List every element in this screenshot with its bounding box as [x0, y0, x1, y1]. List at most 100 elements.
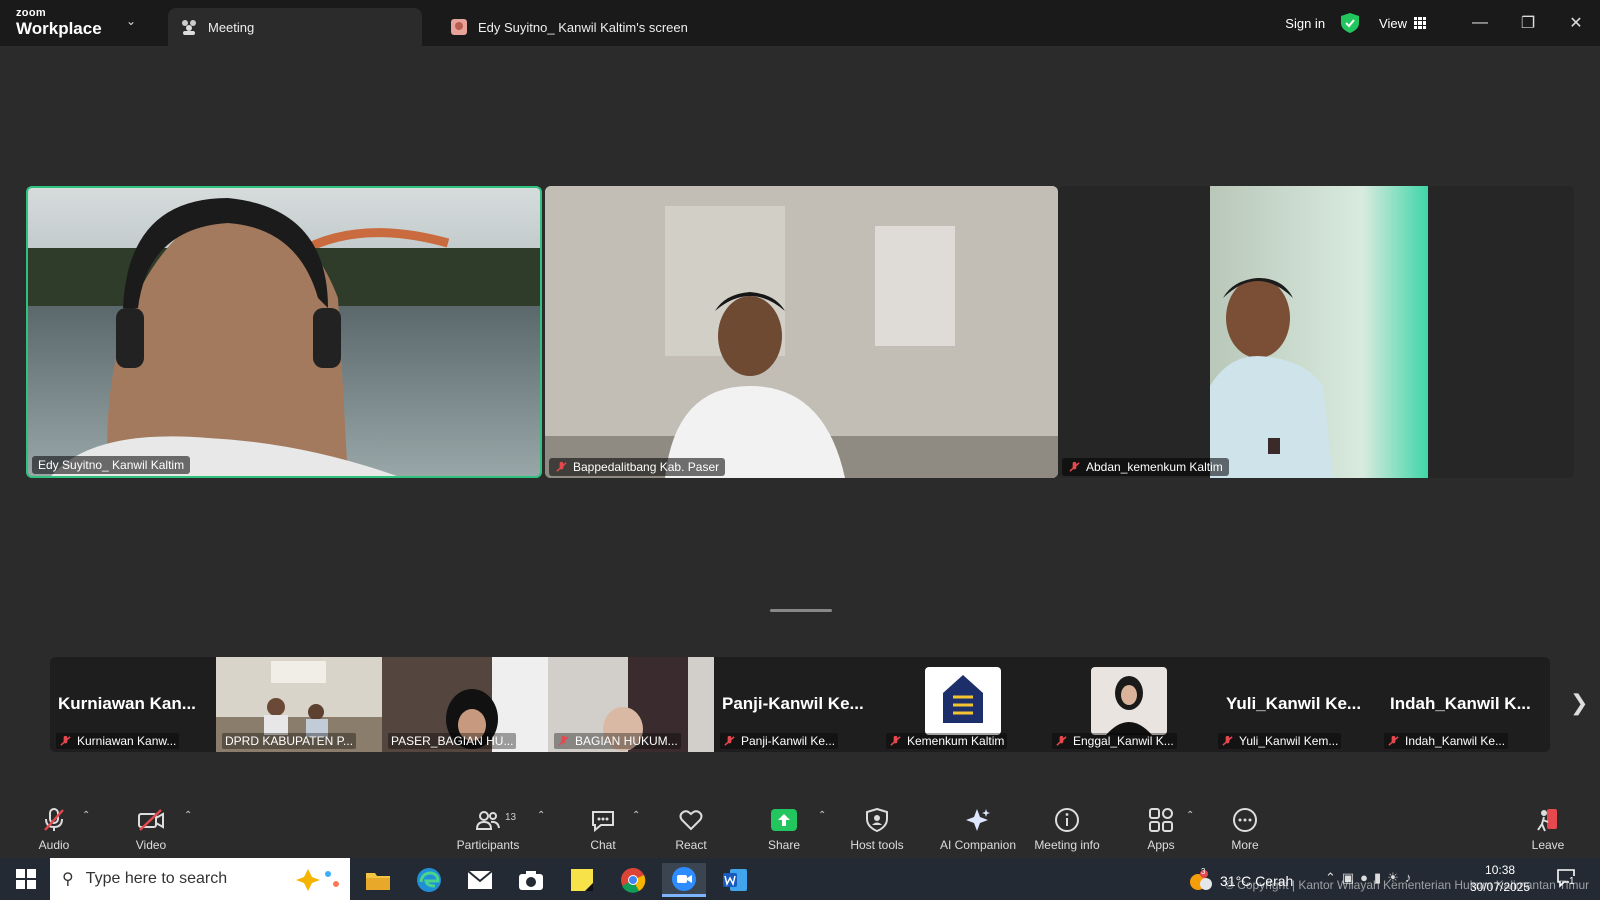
chat-icon [592, 811, 614, 832]
video-button[interactable]: Video [106, 806, 196, 852]
audio-label: Audio [38, 838, 70, 852]
leave-button[interactable]: Leave [1503, 806, 1593, 852]
host-tools-button[interactable]: Host tools [832, 806, 922, 852]
strip-tile[interactable]: DPRD KABUPATEN P... [216, 657, 382, 752]
resize-handle[interactable] [770, 609, 832, 612]
chevron-down-icon[interactable]: ⌄ [126, 14, 136, 28]
tab-screen-label: Edy Suyitno_ Kanwil Kaltim's screen [478, 19, 688, 35]
apps-options-caret-icon[interactable]: ⌃ [1186, 810, 1194, 821]
tab-meeting[interactable]: Meeting [168, 8, 422, 46]
video-options-caret-icon[interactable]: ⌃ [184, 810, 192, 821]
chat-options-caret-icon[interactable]: ⌃ [632, 810, 640, 821]
participant-name: Bappedalitbang Kab. Paser [573, 460, 720, 474]
strip-name: Panji-Kanwil Ke... [741, 734, 836, 748]
strip-big-name: Panji-Kanwil Ke... [722, 694, 864, 713]
strip-tile[interactable]: Indah_Kanwil K... Indah_Kanwil Ke... [1378, 657, 1550, 752]
zoom-window: zoom Workplace ⌄ Meeting Edy Suyitno_ Ka… [0, 0, 1600, 858]
strip-big-name: Yuli_Kanwil Ke... [1226, 694, 1362, 713]
shield-icon [866, 808, 888, 832]
edge-browser-icon[interactable] [407, 863, 451, 897]
brand-big: Workplace [16, 19, 102, 38]
apps-label: Apps [1147, 838, 1175, 852]
strip-big-name: Indah_Kanwil K... [1390, 694, 1531, 713]
leave-icon [1537, 809, 1557, 832]
more-label: More [1231, 838, 1259, 852]
mic-muted-icon [1069, 461, 1080, 472]
grid-icon [1414, 17, 1426, 29]
participant-name: Abdan_kemenkum Kaltim [1086, 460, 1223, 474]
strip-name: Kurniawan Kanw... [77, 734, 177, 748]
chat-label: Chat [590, 838, 616, 852]
participants-button[interactable]: Participants [443, 806, 533, 852]
video-feed [28, 188, 540, 476]
close-icon[interactable]: ✕ [1552, 13, 1600, 33]
file-explorer-icon[interactable] [356, 863, 400, 897]
participants-label: Participants [456, 838, 520, 852]
mic-muted-icon [1388, 735, 1399, 746]
audio-options-caret-icon[interactable]: ⌃ [82, 810, 90, 821]
sparkle-icon [966, 809, 990, 831]
strip-name: DPRD KABUPATEN P... [225, 734, 354, 748]
strip-tile[interactable]: PASER_BAGIAN HU... [382, 657, 548, 752]
react-button[interactable]: React [646, 806, 736, 852]
more-button[interactable]: More [1200, 806, 1290, 852]
copyright-watermark: © Copyright | Kantor Wilayah Kementerian… [1225, 878, 1590, 892]
sticky-notes-icon[interactable] [560, 863, 604, 897]
strip-tile[interactable]: Enggal_Kanwil K... [1046, 657, 1212, 752]
strip-tile[interactable]: Panji-Kanwil Ke... Panji-Kanwil Ke... [714, 657, 880, 752]
participant-name: Edy Suyitno_ Kanwil Kaltim [38, 458, 185, 472]
strip-tile[interactable]: Kemenkum Kaltim [880, 657, 1046, 752]
chrome-icon[interactable] [611, 863, 655, 897]
strip-name: BAGIAN HUKUM... [575, 734, 678, 748]
participants-options-caret-icon[interactable]: ⌃ [537, 810, 545, 821]
strip-next-arrow-icon[interactable]: ❯ [1570, 690, 1588, 716]
mic-muted-icon [556, 461, 567, 472]
meeting-info-button[interactable]: Meeting info [1017, 806, 1117, 852]
mail-icon[interactable] [458, 863, 502, 897]
minimize-icon[interactable]: — [1456, 14, 1504, 32]
video-tile-abdan[interactable]: Abdan_kemenkum Kaltim [1058, 186, 1574, 478]
strip-name-label: Panji-Kanwil Ke... [720, 733, 839, 749]
more-icon [1233, 808, 1257, 832]
camera-icon[interactable] [509, 863, 553, 897]
strip-name-label: PASER_BAGIAN HU... [388, 733, 517, 749]
windows-start-icon[interactable] [16, 869, 36, 889]
mic-muted-icon [44, 808, 64, 831]
strip-name-label: Kurniawan Kanw... [56, 733, 180, 749]
video-tile-active-speaker[interactable]: Edy Suyitno_ Kanwil Kaltim [26, 186, 542, 478]
strip-name: Kemenkum Kaltim [907, 734, 1005, 748]
participant-name-label: Abdan_kemenkum Kaltim [1062, 458, 1229, 476]
title-bar: zoom Workplace ⌄ Meeting Edy Suyitno_ Ka… [0, 0, 1600, 46]
strip-tile[interactable]: Kurniawan Kan... Kurniawan Kanw... [50, 657, 216, 752]
participant-name-label: Bappedalitbang Kab. Paser [549, 458, 726, 476]
tab-meeting-label: Meeting [208, 19, 255, 35]
meeting-toolbar: Audio Video Participants Chat React Shar… [0, 800, 1600, 858]
taskbar-search-box[interactable]: ⚲ Type here to search [50, 858, 350, 900]
restore-icon[interactable]: ❐ [1504, 13, 1552, 33]
participants-icon [476, 811, 500, 830]
view-button[interactable]: View [1379, 16, 1426, 31]
mic-muted-icon [60, 735, 71, 746]
zoom-workplace-logo[interactable]: zoom Workplace [16, 8, 102, 38]
strip-tile[interactable]: Yuli_Kanwil Ke... Yuli_Kanwil Kem... [1212, 657, 1378, 752]
word-icon[interactable] [713, 863, 757, 897]
shield-check-icon[interactable] [1341, 13, 1360, 33]
strip-name-label: DPRD KABUPATEN P... [222, 733, 357, 749]
strip-name: Indah_Kanwil Ke... [1405, 734, 1506, 748]
strip-name-label: BAGIAN HUKUM... [554, 733, 681, 749]
video-label: Video [135, 838, 167, 852]
weather-badge: 3 [1201, 867, 1206, 876]
video-tile-bappedalitbang[interactable]: Bappedalitbang Kab. Paser [545, 186, 1058, 478]
video-feed [545, 186, 1058, 478]
clock-time: 10:38 [1485, 863, 1516, 877]
share-screen-icon [771, 809, 797, 831]
sign-in-link[interactable]: Sign in [1285, 16, 1325, 31]
search-placeholder: Type here to search [85, 870, 228, 887]
share-button[interactable]: Share [739, 806, 829, 852]
strip-tile[interactable]: BAGIAN HUKUM... [548, 657, 714, 752]
strip-name: Yuli_Kanwil Kem... [1239, 734, 1339, 748]
mic-muted-icon [558, 735, 569, 746]
zoom-app-icon[interactable] [662, 863, 706, 897]
tab-screen-share[interactable]: Edy Suyitno_ Kanwil Kaltim's screen [450, 8, 688, 46]
share-options-caret-icon[interactable]: ⌃ [818, 810, 826, 821]
